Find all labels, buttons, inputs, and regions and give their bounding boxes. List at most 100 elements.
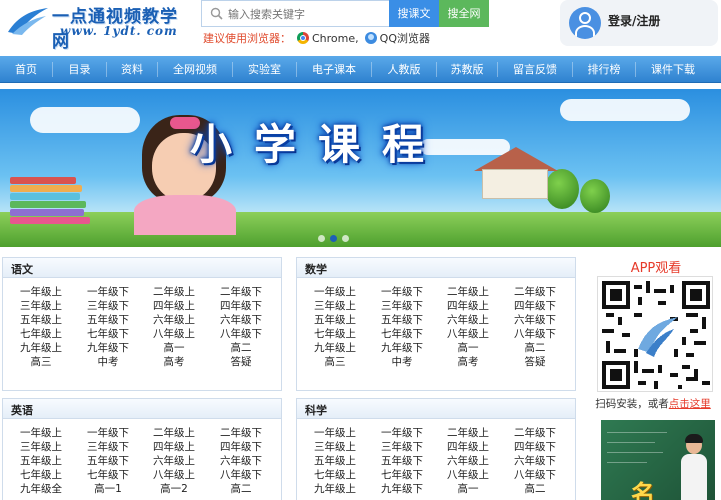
grade-link[interactable]: 三年级下 [76, 440, 140, 454]
grade-link[interactable]: 高二 [209, 341, 273, 355]
grade-link[interactable]: 一年级上 [303, 285, 367, 299]
grade-link[interactable]: 三年级下 [370, 440, 434, 454]
grade-link[interactable]: 高一 [142, 341, 206, 355]
search-text-button[interactable]: 搜课文 [389, 0, 439, 27]
grade-link[interactable]: 九年级上 [303, 341, 367, 355]
grade-link[interactable]: 五年级上 [9, 454, 73, 468]
grade-link[interactable]: 四年级上 [142, 299, 206, 313]
grade-link[interactable]: 九年级上 [9, 341, 73, 355]
grade-link[interactable]: 六年级上 [436, 313, 500, 327]
nav-item-pep[interactable]: 人教版 [372, 56, 436, 83]
search-input[interactable] [228, 4, 388, 24]
grade-link[interactable]: 四年级上 [436, 440, 500, 454]
grade-link[interactable]: 七年级上 [9, 327, 73, 341]
site-logo[interactable]: 一点通视频教学网 www. 1ydt. com [2, 0, 192, 52]
grade-link[interactable]: 七年级下 [76, 468, 140, 482]
grade-link[interactable]: 二年级下 [503, 426, 567, 440]
carousel-dot[interactable] [318, 235, 325, 242]
carousel-dot-active[interactable] [330, 235, 337, 242]
click-here-link[interactable]: 点击这里 [669, 398, 711, 410]
video-thumbnail[interactable]: 名 [601, 420, 715, 500]
grade-link[interactable]: 七年级上 [303, 468, 367, 482]
grade-link[interactable]: 九年级下 [370, 482, 434, 496]
grade-link[interactable]: 八年级上 [436, 468, 500, 482]
grade-link[interactable]: 六年级上 [142, 313, 206, 327]
grade-link[interactable]: 四年级下 [503, 440, 567, 454]
grade-link[interactable]: 六年级下 [503, 313, 567, 327]
carousel-dot[interactable] [342, 235, 349, 242]
nav-item-lab[interactable]: 实验室 [233, 56, 296, 83]
nav-item-sujiao[interactable]: 苏教版 [437, 56, 497, 83]
grade-link[interactable]: 一年级下 [370, 426, 434, 440]
grade-link[interactable]: 九年级下 [370, 341, 434, 355]
grade-link[interactable]: 四年级上 [142, 440, 206, 454]
grade-link[interactable]: 高三 [303, 355, 367, 369]
grade-link[interactable]: 八年级上 [436, 327, 500, 341]
grade-link[interactable]: 二年级下 [503, 285, 567, 299]
grade-link[interactable]: 一年级下 [76, 285, 140, 299]
grade-link[interactable]: 三年级上 [9, 440, 73, 454]
grade-link[interactable]: 五年级下 [76, 313, 140, 327]
grade-link[interactable]: 八年级下 [209, 327, 273, 341]
grade-link[interactable]: 九年级下 [76, 341, 140, 355]
grade-link[interactable]: 二年级上 [436, 426, 500, 440]
grade-link[interactable]: 六年级下 [209, 454, 273, 468]
nav-item-materials[interactable]: 资料 [107, 56, 157, 83]
grade-link[interactable]: 九年级上 [303, 482, 367, 496]
grade-link[interactable]: 七年级下 [370, 327, 434, 341]
nav-item-catalog[interactable]: 目录 [53, 56, 106, 83]
grade-link[interactable]: 六年级上 [142, 454, 206, 468]
qq-browser-label[interactable]: QQ浏览器 [380, 32, 430, 45]
grade-link[interactable]: 四年级上 [436, 299, 500, 313]
grade-link[interactable]: 八年级下 [209, 468, 273, 482]
grade-link[interactable]: 二年级下 [209, 285, 273, 299]
grade-link[interactable]: 三年级上 [303, 299, 367, 313]
grade-link[interactable]: 高一 [436, 482, 500, 496]
grade-link[interactable]: 五年级上 [303, 313, 367, 327]
grade-link[interactable]: 三年级下 [76, 299, 140, 313]
grade-link[interactable]: 六年级上 [436, 454, 500, 468]
grade-link[interactable]: 三年级上 [303, 440, 367, 454]
grade-link[interactable]: 五年级下 [76, 454, 140, 468]
grade-link[interactable]: 四年级下 [209, 440, 273, 454]
grade-link[interactable]: 一年级下 [76, 426, 140, 440]
grade-link[interactable]: 二年级上 [142, 285, 206, 299]
grade-link[interactable]: 五年级下 [370, 454, 434, 468]
login-register-link[interactable]: 登录/注册 [608, 12, 660, 29]
grade-link[interactable]: 一年级下 [370, 285, 434, 299]
nav-item-ranking[interactable]: 排行榜 [573, 56, 635, 83]
grade-link[interactable]: 一年级上 [9, 426, 73, 440]
grade-link[interactable]: 高一 [436, 341, 500, 355]
grade-link[interactable]: 高考 [142, 355, 206, 369]
grade-link[interactable]: 二年级上 [436, 285, 500, 299]
grade-link[interactable]: 九年级全 [9, 482, 73, 496]
grade-link[interactable]: 高二 [503, 341, 567, 355]
grade-link[interactable]: 七年级下 [370, 468, 434, 482]
nav-item-ebooks[interactable]: 电子课本 [297, 56, 371, 83]
grade-link[interactable]: 一年级上 [303, 426, 367, 440]
grade-link[interactable]: 五年级下 [370, 313, 434, 327]
grade-link[interactable]: 八年级下 [503, 468, 567, 482]
grade-link[interactable]: 高二 [209, 482, 273, 496]
grade-link[interactable]: 七年级下 [76, 327, 140, 341]
grade-link[interactable]: 四年级下 [503, 299, 567, 313]
grade-link[interactable]: 七年级上 [303, 327, 367, 341]
grade-link[interactable]: 二年级下 [209, 426, 273, 440]
grade-link[interactable]: 中考 [370, 355, 434, 369]
grade-link[interactable]: 八年级上 [142, 468, 206, 482]
grade-link[interactable]: 二年级上 [142, 426, 206, 440]
grade-link[interactable]: 八年级上 [142, 327, 206, 341]
grade-link[interactable]: 高一1 [76, 482, 140, 496]
nav-item-courseware[interactable]: 课件下载 [636, 56, 710, 83]
grade-link[interactable]: 答疑 [209, 355, 273, 369]
search-all-button[interactable]: 搜全网 [439, 0, 489, 27]
grade-link[interactable]: 四年级下 [209, 299, 273, 313]
grade-link[interactable]: 高二 [503, 482, 567, 496]
panel-title-english[interactable]: 英语 [11, 402, 33, 418]
grade-link[interactable]: 一年级上 [9, 285, 73, 299]
grade-link[interactable]: 高考 [436, 355, 500, 369]
grade-link[interactable]: 中考 [76, 355, 140, 369]
grade-link[interactable]: 高一2 [142, 482, 206, 496]
grade-link[interactable]: 五年级上 [9, 313, 73, 327]
panel-title-chinese[interactable]: 语文 [11, 261, 33, 277]
